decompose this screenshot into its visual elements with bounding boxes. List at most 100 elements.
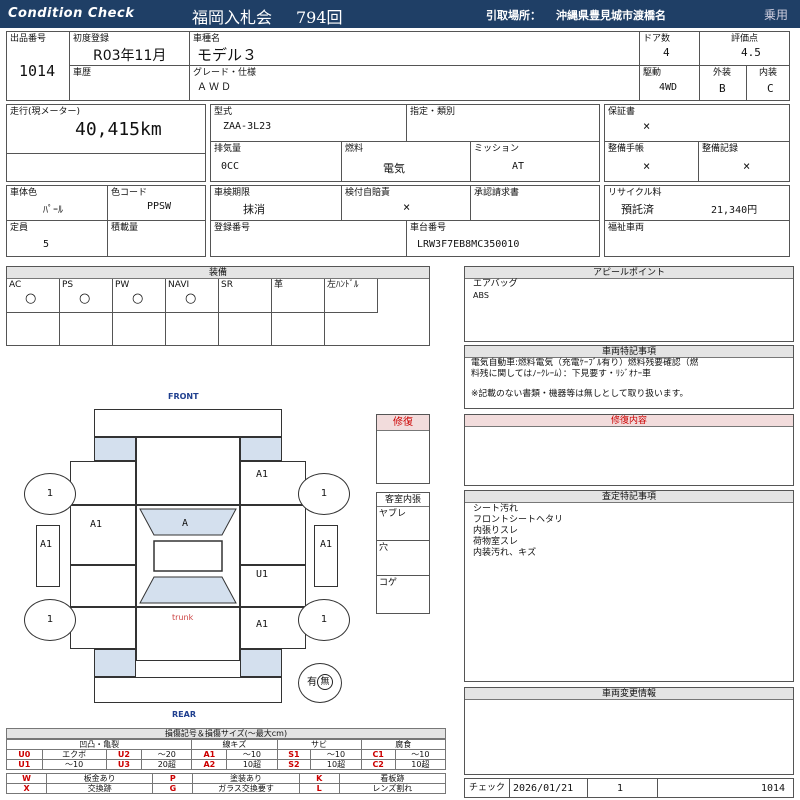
fr-corner — [240, 437, 282, 461]
score-value: 4.5 — [741, 46, 761, 59]
front-bumper — [94, 409, 282, 437]
pickup-place: 沖縄県豊見城市渡橋名 — [556, 9, 666, 22]
color-code-value: PPSW — [147, 201, 172, 212]
legend-code: K — [298, 773, 340, 784]
legend-desc: レンズ割れ — [338, 783, 447, 794]
l-mirror — [36, 525, 60, 587]
assessment-line: 内装汚れ、キズ — [473, 548, 537, 558]
warranty-value: × — [643, 119, 651, 133]
legend-code: S1 — [276, 749, 312, 760]
legend-desc: 看板跡 — [338, 773, 447, 784]
spare-mark: 無 — [317, 674, 333, 690]
warranty-block: 保証書 × 整備手帳 × 整備記録 × — [604, 104, 790, 182]
l-rear-door — [70, 565, 136, 607]
mileage-block: 走行(現メーター) 40,415km — [6, 104, 206, 182]
color-block: 車体色 ﾊﾟｰﾙ 色コード PPSW 定員 5 積載量 — [6, 185, 206, 257]
warranty-label: 保証書 — [608, 107, 636, 117]
top-info-block: 出品番号 1014 初度登録 R03年11月 車種名 モデル３ ドア数 4 評価… — [6, 31, 790, 101]
l-mirror-mark: A1 — [40, 539, 53, 550]
legend-code: X — [5, 783, 48, 794]
vehicle-note-line: 電気自動車:燃料電気（充電ｹｰﾌﾞﾙ有り）燃料残要確認（燃 — [471, 358, 699, 368]
legend-code: C1 — [360, 749, 396, 760]
cabin-tear-label: ヤブレ — [379, 509, 407, 519]
inspection-block: 車検期限 抹消 検付自賠責 × 承認請求書 登録番号 車台番号 LRW3F7EB… — [210, 185, 600, 257]
assessment-box: 査定特記事項 シート汚れ フロントシートヘタリ 内張りスレ 荷物室スレ 内装汚れ… — [464, 490, 794, 682]
legend-desc: 10超 — [310, 759, 362, 770]
r-rear-door-mark: U1 — [256, 569, 269, 580]
equip-ps-value: ○ — [79, 291, 91, 306]
spare-label: 有 — [307, 677, 317, 688]
appeal-line: ABS — [473, 291, 489, 300]
equip-navi-label: NAVI — [168, 280, 190, 290]
legend-title: 損傷記号＆損傷サイズ(～最大cm) — [6, 728, 446, 739]
fl-corner — [94, 437, 136, 461]
load-label: 積載量 — [111, 223, 139, 233]
recycle-label: リサイクル料 — [608, 188, 662, 198]
l-rear-fender — [70, 607, 136, 649]
legend-desc: 10超 — [394, 759, 447, 770]
cabin-box: 客室内張 ヤブレ 穴 コゲ — [376, 492, 430, 614]
legend-desc: ～10 — [394, 749, 447, 760]
exterior-value: B — [719, 82, 726, 95]
legend-code: C2 — [360, 759, 396, 770]
legend-code: W — [5, 773, 48, 784]
registration-label: 初度登録 — [73, 34, 110, 44]
legend-code: U2 — [105, 749, 143, 760]
legend-group-scratch: 線キズ — [191, 739, 278, 750]
legend-code: P — [152, 773, 194, 784]
appeal-box: アピールポイント エアバッグ ABS — [464, 266, 794, 342]
approval-label: 承認請求書 — [474, 188, 520, 198]
equipment-title: 装備 — [7, 267, 429, 279]
equipment-table: 装備 AC ○ PS ○ PW ○ NAVI ○ SR 革 左ﾊﾝﾄﾞﾙ — [6, 266, 430, 346]
legend-desc: 塗装あり — [192, 773, 300, 784]
vehicle-note-line: 料残に関してはﾉｰｸﾚｰﾑ）：下見要す・ﾘｼﾞｵﾅｰ車 — [471, 368, 651, 379]
drive-label: 駆動 — [643, 68, 662, 78]
check-date: 2026/01/21 — [513, 783, 574, 794]
legend-desc: ～20 — [141, 749, 193, 760]
damage-legend: 損傷記号＆損傷サイズ(～最大cm) 凹凸・亀裂 線キズ サビ 腐食 U0 エクボ… — [5, 728, 447, 794]
legend-code: U1 — [6, 759, 43, 770]
drive-value: 4WD — [659, 82, 678, 93]
r-front-door — [240, 505, 306, 565]
windshield-mark: A — [182, 518, 189, 529]
auction-name: 福岡入札会 — [192, 8, 273, 27]
spare-tire: 有無 — [298, 663, 342, 703]
equip-pw-label: PW — [115, 280, 130, 290]
displacement-value: 0CC — [221, 161, 240, 172]
legend-code: U0 — [6, 749, 43, 760]
legend-desc: 交換跡 — [46, 783, 154, 794]
legend-group-dent: 凹凸・亀裂 — [5, 739, 193, 750]
mission-value: AT — [512, 161, 525, 172]
equip-sr-label: SR — [221, 280, 233, 290]
rl-tire: 1 — [24, 599, 76, 641]
fl-tire: 1 — [24, 473, 76, 515]
rl-corner — [94, 649, 136, 677]
recycle-block: リサイクル料 預託済 21,340円 福祉車両 — [604, 185, 790, 257]
interior-value: C — [767, 82, 774, 95]
repair-content-title: 修復内容 — [465, 415, 793, 427]
equip-ps-label: PS — [62, 280, 74, 290]
displacement-label: 排気量 — [214, 144, 242, 154]
grade-label: グレード・仕様 — [193, 68, 257, 78]
recycle-status: 預託済 — [621, 203, 654, 216]
equip-lhd-label: 左ﾊﾝﾄﾞﾙ — [327, 280, 359, 290]
history-label: 車歴 — [73, 68, 92, 78]
cabin-burn-label: コゲ — [379, 578, 398, 588]
vehicle-note-line — [471, 379, 791, 389]
header-bar: Condition Check 福岡入札会 794回 引取場所： 沖縄県豊見城市… — [0, 0, 800, 28]
r-front-fender — [240, 461, 306, 505]
doors-label: ドア数 — [643, 34, 671, 44]
equip-navi-value: ○ — [185, 291, 197, 306]
change-info-title: 車両変更情報 — [465, 688, 793, 700]
hood — [136, 437, 240, 505]
equip-leather-label: 革 — [274, 280, 284, 290]
record-value: × — [743, 159, 751, 173]
legend-desc: エクボ — [41, 749, 107, 760]
r-rear-fender-mark: A1 — [256, 619, 269, 630]
equip-pw-value: ○ — [132, 291, 144, 306]
insurance-value: × — [403, 200, 411, 214]
legend-desc: 20超 — [141, 759, 193, 770]
welfare-label: 福祉車両 — [608, 223, 645, 233]
r-rear-door — [240, 565, 306, 607]
rr-tire: 1 — [298, 599, 350, 641]
